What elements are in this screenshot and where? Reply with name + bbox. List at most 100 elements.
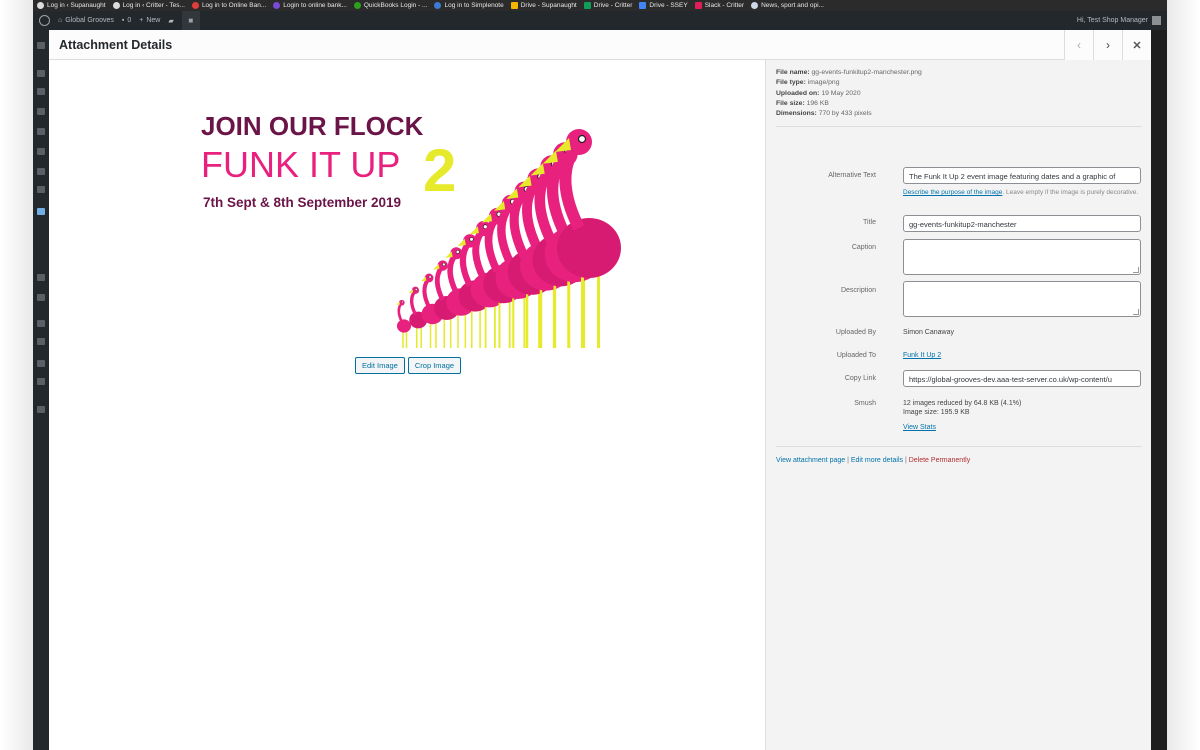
artwork-number: 2 bbox=[423, 137, 456, 204]
thumbs-up-icon[interactable] bbox=[37, 168, 45, 175]
drive-icon bbox=[583, 2, 591, 9]
attachment-details-modal: Attachment Details ‹ › ✕ JOIN OUR FLOCK … bbox=[49, 30, 1151, 750]
description-label: Description bbox=[840, 287, 876, 294]
media-icon[interactable] bbox=[37, 208, 45, 215]
view-attachment-page-link[interactable]: View attachment page bbox=[776, 457, 845, 464]
bookmark-drive-critter[interactable]: Drive - Critter bbox=[583, 2, 632, 9]
new-content-link[interactable]: + New bbox=[139, 17, 160, 24]
quickbooks-icon bbox=[353, 2, 361, 9]
bookmark-simplenote[interactable]: Log in to Simplenote bbox=[434, 2, 504, 9]
marketing-icon[interactable] bbox=[37, 378, 45, 385]
tools-icon[interactable] bbox=[37, 294, 45, 301]
site-name-link[interactable]: ⌂ Global Grooves bbox=[58, 17, 114, 24]
modal-title: Attachment Details bbox=[59, 38, 173, 52]
bookmarks-bar: Log in ‹ Supanaught Log in ‹ Critter - T… bbox=[33, 0, 1167, 11]
edit-more-details-link[interactable]: Edit more details bbox=[851, 457, 903, 464]
analytics-icon[interactable] bbox=[37, 360, 45, 367]
users-icon[interactable] bbox=[37, 274, 45, 281]
bookmark-slack-critter[interactable]: Slack - Critter bbox=[694, 2, 744, 9]
comments-link[interactable]: ▪ 0 bbox=[122, 17, 131, 24]
image-preview-panel: JOIN OUR FLOCK FUNK IT UP 2 7th Sept & 8… bbox=[49, 60, 765, 750]
events-icon[interactable] bbox=[37, 88, 45, 95]
wp-admin-bar: ⌂ Global Grooves ▪ 0 + New ▰ ■ Hi, Test Sho… bbox=[33, 11, 1167, 30]
delete-permanently-link[interactable]: Delete Permanently bbox=[909, 457, 970, 464]
slack-icon bbox=[694, 2, 702, 9]
artwork-dates: 7th Sept & 8th September 2019 bbox=[203, 195, 401, 210]
wordpress-icon bbox=[112, 2, 120, 9]
next-attachment-button[interactable]: › bbox=[1093, 30, 1122, 60]
view-stats-link[interactable]: View Stats bbox=[903, 424, 936, 431]
previous-attachment-button[interactable]: ‹ bbox=[1064, 30, 1093, 60]
bookmark-drive-ssey[interactable]: Drive - SSEY bbox=[639, 2, 688, 9]
caption-textarea[interactable] bbox=[903, 239, 1141, 275]
home-icon: ⌂ bbox=[58, 17, 63, 24]
calendar-icon[interactable] bbox=[37, 108, 45, 115]
attachment-info-sidebar: File name: gg-events-funkitup2-mancheste… bbox=[765, 60, 1151, 750]
alt-text-help: Describe the purpose of the image. Leave… bbox=[903, 189, 1139, 196]
title-input[interactable]: gg-events-funkitup2-manchester bbox=[903, 215, 1141, 232]
uploaded-by-label: Uploaded By bbox=[835, 329, 876, 336]
alt-text-label: Alternative Text bbox=[828, 172, 876, 179]
close-modal-button[interactable]: ✕ bbox=[1122, 30, 1151, 60]
alt-text-help-link[interactable]: Describe the purpose of the image bbox=[903, 189, 1002, 196]
simplenote-icon bbox=[434, 2, 442, 9]
modal-header: Attachment Details ‹ › ✕ bbox=[49, 30, 1151, 60]
bookmark-online-banking[interactable]: Log in to Online Ban... bbox=[191, 2, 266, 9]
bank-icon bbox=[191, 2, 199, 9]
bookmark-online-banking-2[interactable]: Login to online bank... bbox=[273, 2, 347, 9]
drive-icon bbox=[510, 2, 518, 9]
pages-icon[interactable] bbox=[37, 128, 45, 135]
file-type-row: File type: image/png bbox=[776, 79, 840, 87]
bookmark-drive-supanaught[interactable]: Drive - Supanaught bbox=[510, 2, 577, 9]
woocommerce-icon[interactable] bbox=[37, 320, 45, 327]
settings-icon[interactable] bbox=[37, 406, 45, 413]
attachment-image: JOIN OUR FLOCK FUNK IT UP 2 7th Sept & 8… bbox=[199, 97, 629, 348]
uploaded-to-link[interactable]: Funk It Up 2 bbox=[903, 352, 941, 359]
bookmark-supanaught-login[interactable]: Log in ‹ Supanaught bbox=[37, 2, 106, 9]
dimensions-row: Dimensions: 770 by 433 pixels bbox=[776, 110, 872, 118]
close-icon: ✕ bbox=[1132, 39, 1142, 52]
dashboard-icon[interactable] bbox=[37, 42, 45, 49]
copy-link-input[interactable]: https://global-grooves-dev.aaa-test-serv… bbox=[903, 370, 1141, 387]
edit-image-button[interactable]: Edit Image bbox=[355, 357, 405, 374]
uploaded-to-label: Uploaded To bbox=[836, 352, 876, 359]
wordpress-logo-icon[interactable] bbox=[39, 15, 50, 26]
smush-stats: 12 images reduced by 64.8 KB (4.1%) bbox=[903, 400, 1022, 407]
attachment-actions: View attachment page | Edit more details… bbox=[776, 457, 971, 464]
lock-icon[interactable]: ■ bbox=[181, 11, 200, 30]
plus-icon: + bbox=[139, 17, 144, 24]
drive-icon bbox=[639, 2, 647, 9]
artwork-headline: JOIN OUR FLOCK bbox=[201, 111, 424, 141]
wrench-icon[interactable] bbox=[37, 186, 45, 193]
products-icon[interactable] bbox=[37, 338, 45, 345]
chevron-right-icon: › bbox=[1106, 38, 1110, 52]
browser-window: Log in ‹ Supanaught Log in ‹ Critter - T… bbox=[33, 0, 1167, 750]
brush-icon: ▰ bbox=[168, 17, 174, 25]
bookmark-critter-login[interactable]: Log in ‹ Critter - Tes... bbox=[112, 2, 185, 9]
divider bbox=[776, 126, 1142, 127]
my-account[interactable]: Hi, Test Shop Manager bbox=[1077, 11, 1161, 30]
title-label: Title bbox=[863, 219, 876, 226]
guardian-icon bbox=[751, 2, 759, 9]
file-name-row: File name: gg-events-funkitup2-mancheste… bbox=[776, 69, 922, 76]
posts-icon[interactable] bbox=[37, 70, 45, 77]
wordpress-icon bbox=[37, 2, 44, 9]
crop-image-button[interactable]: Crop Image bbox=[407, 357, 462, 374]
description-textarea[interactable] bbox=[903, 281, 1141, 317]
uploaded-by-value: Simon Canaway bbox=[903, 329, 954, 336]
copy-link-label: Copy Link bbox=[844, 375, 876, 382]
bookmark-quickbooks[interactable]: QuickBooks Login - ... bbox=[353, 2, 427, 9]
smush-label: Smush bbox=[854, 400, 876, 407]
alt-text-input[interactable]: The Funk It Up 2 event image featuring d… bbox=[903, 167, 1141, 184]
document-icon[interactable] bbox=[37, 148, 45, 155]
avatar bbox=[1152, 16, 1161, 25]
customize-link[interactable]: ▰ bbox=[168, 17, 173, 25]
comment-icon: ▪ bbox=[121, 17, 125, 24]
chevron-left-icon: ‹ bbox=[1077, 38, 1081, 52]
divider bbox=[776, 446, 1142, 447]
file-details: File name: gg-events-funkitup2-mancheste… bbox=[776, 68, 922, 119]
image-edit-actions: Edit Image Crop Image bbox=[355, 357, 462, 374]
bank-icon bbox=[273, 2, 281, 9]
artwork-event-name: FUNK IT UP bbox=[201, 144, 400, 185]
bookmark-guardian[interactable]: News, sport and opi... bbox=[751, 2, 824, 9]
